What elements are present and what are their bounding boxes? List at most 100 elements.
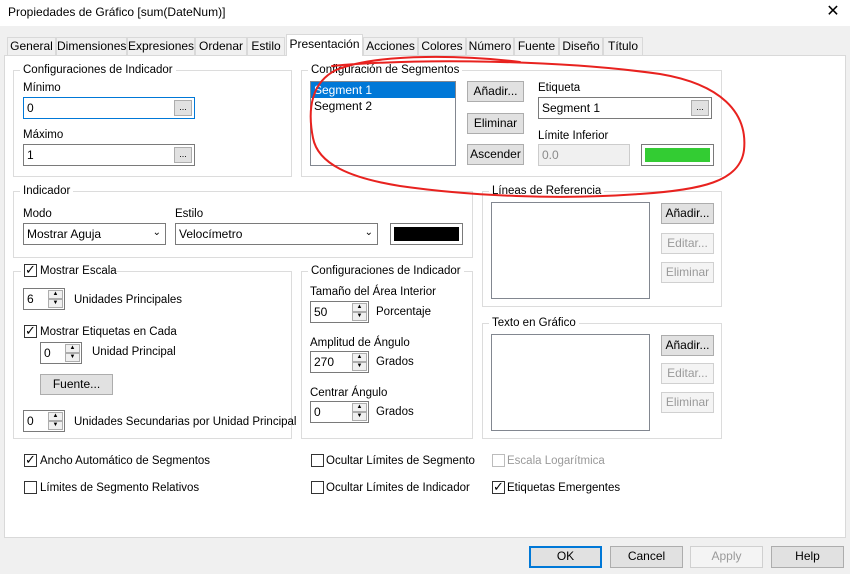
- major-units-label: Unidades Principales: [74, 294, 183, 306]
- min-label: Mínimo: [23, 82, 61, 94]
- spin-down-icon[interactable]: ▼: [48, 421, 63, 430]
- segment-label-browse-button[interactable]: ...: [691, 100, 709, 116]
- mode-label: Modo: [23, 208, 52, 220]
- show-scale-label: Mostrar Escala: [40, 265, 117, 277]
- tab-estilo[interactable]: Estilo: [247, 37, 285, 55]
- tab-dimensiones[interactable]: Dimensiones: [56, 37, 127, 55]
- style-select[interactable]: Velocímetro ⌄: [175, 223, 378, 245]
- auto-width-checkbox[interactable]: ✓: [24, 452, 37, 467]
- add-chart-text-button[interactable]: Añadir...: [661, 335, 714, 356]
- hide-indicator-limits-checkbox[interactable]: [311, 481, 324, 494]
- min-browse-button[interactable]: ...: [174, 100, 192, 116]
- major-units-stepper[interactable]: 6 ▲ ▼: [23, 288, 65, 310]
- min-field[interactable]: 0 ...: [23, 97, 195, 119]
- relative-limits-checkbox[interactable]: [24, 481, 37, 494]
- center-angle-stepper[interactable]: 0 ▲ ▼: [310, 401, 369, 423]
- tab-colores[interactable]: Colores: [418, 37, 466, 55]
- hide-segment-limits-checkbox[interactable]: [311, 454, 324, 467]
- check-icon: ✓: [25, 452, 36, 467]
- reference-lines-list[interactable]: [491, 202, 650, 299]
- max-browse-button[interactable]: ...: [174, 147, 192, 163]
- apply-button[interactable]: Apply: [690, 546, 763, 568]
- mode-select[interactable]: Mostrar Aguja ⌄: [23, 223, 166, 245]
- group-label: Indicador: [20, 184, 74, 198]
- segment-color-swatch[interactable]: [641, 144, 714, 166]
- chart-text-list[interactable]: [491, 334, 650, 431]
- tab-numero[interactable]: Número: [466, 37, 514, 55]
- spin-down-icon[interactable]: ▼: [352, 412, 367, 421]
- edit-chart-text-button[interactable]: Editar...: [661, 363, 714, 384]
- hide-segment-limits-label: Ocultar Límites de Segmento: [326, 455, 475, 467]
- group-label: Configuración de Segmentos: [308, 63, 463, 77]
- auto-width-label: Ancho Automático de Segmentos: [40, 455, 211, 467]
- spin-up-icon[interactable]: ▲: [48, 412, 63, 421]
- segment-color-fill: [645, 148, 710, 162]
- spin-down-icon[interactable]: ▼: [352, 362, 367, 371]
- ascend-segment-button[interactable]: Ascender: [467, 144, 524, 165]
- remove-segment-button[interactable]: Eliminar: [467, 113, 524, 134]
- list-item[interactable]: Segment 2: [311, 98, 455, 114]
- spin-up-icon[interactable]: ▲: [48, 290, 63, 299]
- minor-units-label: Unidades Secundarias por Unidad Principa…: [74, 416, 297, 428]
- minor-units-stepper[interactable]: 0 ▲ ▼: [23, 410, 65, 432]
- tab-titulo[interactable]: Título: [603, 37, 643, 55]
- angle-span-label: Amplitud de Ángulo: [310, 337, 410, 349]
- remove-reference-line-button[interactable]: Eliminar: [661, 262, 714, 283]
- check-icon: ✓: [493, 479, 504, 494]
- lower-limit-field[interactable]: 0.0: [538, 144, 630, 166]
- close-icon[interactable]: ✕: [822, 2, 844, 22]
- relative-limits-label: Límites de Segmento Relativos: [40, 482, 200, 494]
- ok-button[interactable]: OK: [529, 546, 602, 568]
- popup-labels-checkbox[interactable]: ✓: [492, 479, 505, 494]
- tab-presentacion[interactable]: Presentación: [286, 34, 363, 56]
- log-scale-checkbox[interactable]: [492, 454, 505, 467]
- tab-ordenar[interactable]: Ordenar: [195, 37, 247, 55]
- check-icon: ✓: [25, 323, 36, 338]
- cancel-button[interactable]: Cancel: [610, 546, 683, 568]
- check-icon: ✓: [25, 262, 36, 277]
- chevron-down-icon: ⌄: [364, 227, 373, 238]
- spin-up-icon[interactable]: ▲: [352, 403, 367, 412]
- list-item[interactable]: Segment 1: [311, 82, 455, 98]
- log-scale-label: Escala Logarítmica: [507, 455, 605, 467]
- add-reference-line-button[interactable]: Añadir...: [661, 203, 714, 224]
- chevron-down-icon: ⌄: [152, 227, 161, 238]
- spin-up-icon[interactable]: ▲: [352, 353, 367, 362]
- show-labels-checkbox[interactable]: ✓: [24, 323, 37, 338]
- center-angle-label: Centrar Ángulo: [310, 387, 388, 399]
- edit-reference-line-button[interactable]: Editar...: [661, 233, 714, 254]
- spin-down-icon[interactable]: ▼: [352, 312, 367, 321]
- angle-span-stepper[interactable]: 270 ▲ ▼: [310, 351, 369, 373]
- show-scale-checkbox[interactable]: ✓: [24, 262, 37, 277]
- max-label: Máximo: [23, 129, 64, 141]
- inner-area-unit-label: Porcentaje: [376, 306, 431, 318]
- spin-up-icon[interactable]: ▲: [352, 303, 367, 312]
- needle-color-swatch[interactable]: [390, 223, 463, 245]
- segments-list[interactable]: Segment 1 Segment 2: [310, 81, 456, 166]
- lower-limit-label: Límite Inferior: [538, 130, 609, 142]
- spin-up-icon[interactable]: ▲: [65, 344, 80, 353]
- tab-fuente[interactable]: Fuente: [514, 37, 559, 55]
- hide-indicator-limits-label: Ocultar Límites de Indicador: [326, 482, 470, 494]
- needle-color-fill: [394, 227, 459, 241]
- tab-diseno[interactable]: Diseño: [559, 37, 603, 55]
- spin-down-icon[interactable]: ▼: [65, 353, 80, 362]
- max-field[interactable]: 1 ...: [23, 144, 195, 166]
- segment-label-field[interactable]: Segment 1 ...: [538, 97, 712, 119]
- font-button[interactable]: Fuente...: [40, 374, 113, 395]
- angle-span-unit-label: Grados: [376, 356, 414, 368]
- segment-label-label: Etiqueta: [538, 82, 581, 94]
- group-label: Configuraciones de Indicador: [308, 264, 464, 278]
- remove-chart-text-button[interactable]: Eliminar: [661, 392, 714, 413]
- add-segment-button[interactable]: Añadir...: [467, 81, 524, 102]
- spin-down-icon[interactable]: ▼: [48, 299, 63, 308]
- inner-area-stepper[interactable]: 50 ▲ ▼: [310, 301, 369, 323]
- tab-acciones[interactable]: Acciones: [363, 37, 418, 55]
- help-button[interactable]: Help: [771, 546, 844, 568]
- center-angle-unit-label: Grados: [376, 406, 414, 418]
- label-every-stepper[interactable]: 0 ▲ ▼: [40, 342, 82, 364]
- group-label: Líneas de Referencia: [489, 184, 605, 198]
- tab-expresiones[interactable]: Expresiones: [127, 37, 195, 55]
- tab-general[interactable]: General: [7, 37, 56, 55]
- inner-area-label: Tamaño del Área Interior: [310, 286, 436, 298]
